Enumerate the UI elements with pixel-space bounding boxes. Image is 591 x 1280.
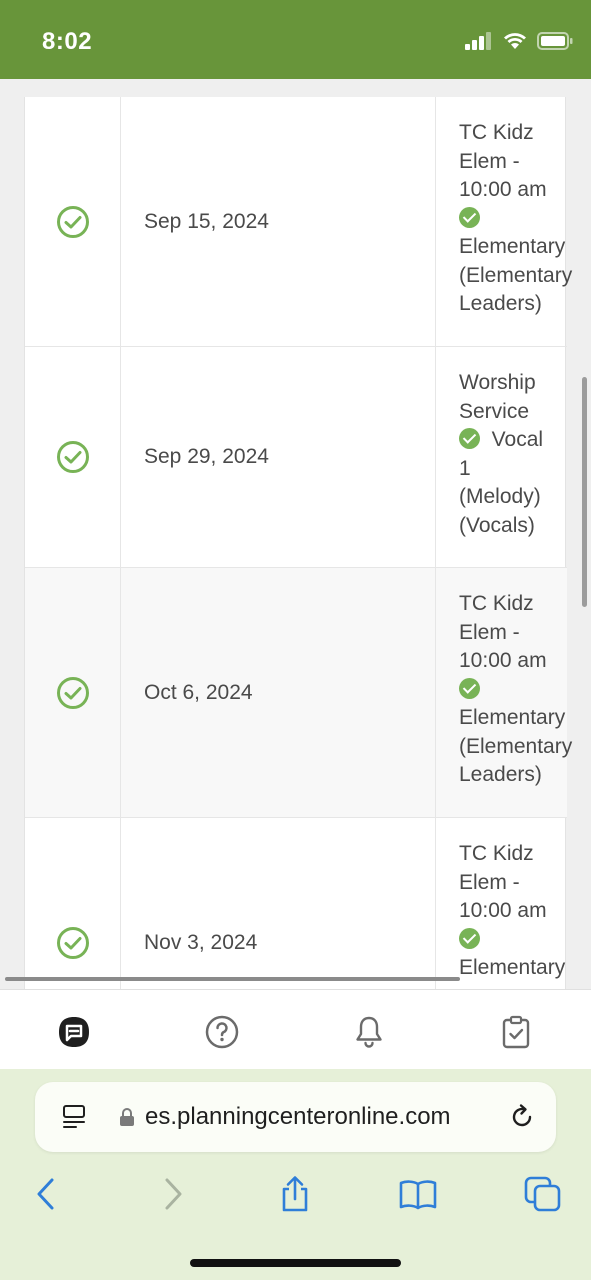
- detail-line: Worship: [459, 371, 536, 394]
- detail-line: TC Kidz: [459, 121, 534, 144]
- detail-line: (Elementary: [459, 734, 573, 758]
- confirmed-check-icon: [459, 428, 480, 449]
- tab-home[interactable]: [56, 1014, 92, 1050]
- table-row[interactable]: Oct 6, 2024 TC Kidz Elem - 10:00 am Elem…: [25, 568, 573, 818]
- detail-line: 10:00 am: [459, 899, 547, 922]
- detail-line: 10:00 am: [459, 649, 547, 672]
- detail-line: Leaders): [459, 763, 542, 786]
- tabs-icon: [524, 1176, 561, 1212]
- detail-line: Elem -: [459, 149, 520, 173]
- detail-cell: TC Kidz Elem - 10:00 am Elementary (Elem…: [436, 97, 573, 319]
- table-row[interactable]: Sep 29, 2024 Worship Service Vocal 1 (Me…: [25, 347, 567, 568]
- status-time: 8:02: [42, 28, 93, 55]
- confirmed-badge-line: [459, 926, 567, 955]
- confirmed-check-icon: [459, 206, 480, 228]
- detail-role: Elementary: [459, 956, 566, 979]
- reader-mode-icon[interactable]: [61, 1104, 87, 1130]
- url-text: es.planningcenteronline.com: [145, 1103, 451, 1130]
- forward-button[interactable]: [153, 1174, 193, 1214]
- planning-center-logo-icon: [59, 1017, 89, 1047]
- tab-tasks[interactable]: [498, 1014, 534, 1050]
- status-cell: [25, 347, 121, 567]
- detail-line: TC Kidz: [459, 842, 534, 865]
- status-cell: [25, 818, 121, 989]
- horizontal-scrollbar[interactable]: [5, 977, 460, 981]
- detail-line: (Elementary: [459, 263, 573, 287]
- schedule-table: Sep 15, 2024 TC Kidz Elem - 10:00 am Ele…: [24, 97, 573, 989]
- lock-icon: [120, 1108, 134, 1126]
- chevron-left-icon: [37, 1178, 54, 1210]
- cellular-signal-icon: [465, 32, 491, 50]
- detail-role: Elementary: [459, 235, 566, 258]
- reload-icon[interactable]: [508, 1103, 536, 1131]
- detail-role: Elementary: [459, 706, 566, 729]
- tabs-button[interactable]: [523, 1174, 563, 1214]
- date-cell: Oct 6, 2024: [121, 568, 436, 817]
- detail-line: Service: [459, 399, 530, 423]
- check-circle-icon: [56, 441, 89, 473]
- check-circle-icon: [56, 676, 89, 709]
- date-cell: Sep 15, 2024: [121, 97, 436, 346]
- date-cell: Nov 3, 2024: [121, 818, 436, 989]
- table-row[interactable]: Nov 3, 2024 TC Kidz Elem - 10:00 am Elem…: [25, 818, 567, 989]
- share-button[interactable]: [275, 1174, 315, 1214]
- detail-role: Vocal: [491, 428, 544, 451]
- detail-cell: TC Kidz Elem - 10:00 am Elementary: [436, 818, 567, 983]
- check-circle-icon: [56, 205, 89, 238]
- status-cell: [25, 568, 121, 817]
- detail-line: (Vocals): [459, 513, 535, 537]
- tab-help[interactable]: [204, 1014, 240, 1050]
- check-circle-icon: [56, 926, 89, 959]
- detail-line: Elem -: [459, 620, 520, 644]
- detail-cell: TC Kidz Elem - 10:00 am Elementary (Elem…: [436, 568, 573, 790]
- share-icon: [282, 1176, 308, 1212]
- confirmed-check-icon: [459, 927, 480, 949]
- status-cell: [25, 97, 121, 346]
- vertical-scrollbar[interactable]: [582, 377, 587, 607]
- tab-notifications[interactable]: [351, 1014, 387, 1050]
- book-icon: [399, 1180, 437, 1210]
- confirmed-badge-line: Vocal: [459, 426, 567, 455]
- detail-cell: Worship Service Vocal 1 (Melody) (Vocals…: [436, 347, 567, 540]
- status-icons: [465, 32, 573, 50]
- app-tab-bar: [0, 989, 591, 1069]
- detail-line: 1: [459, 456, 471, 480]
- bookmarks-button[interactable]: [398, 1174, 438, 1214]
- bell-icon: [356, 1016, 382, 1048]
- detail-line: 10:00 am: [459, 178, 547, 201]
- detail-line: (Melody): [459, 485, 541, 508]
- battery-icon: [537, 32, 573, 50]
- help-icon: [205, 1015, 239, 1049]
- date-cell: Sep 29, 2024: [121, 347, 436, 567]
- page-content[interactable]: Sep 15, 2024 TC Kidz Elem - 10:00 am Ele…: [0, 79, 591, 989]
- table-row[interactable]: Sep 15, 2024 TC Kidz Elem - 10:00 am Ele…: [25, 97, 573, 347]
- wifi-icon: [504, 33, 526, 49]
- clipboard-check-icon: [502, 1015, 530, 1049]
- status-bar: 8:02: [0, 0, 591, 79]
- chevron-right-icon: [165, 1178, 182, 1210]
- detail-line: Elem -: [459, 870, 520, 894]
- confirmed-check-icon: [459, 677, 480, 699]
- confirmed-badge-line: [459, 676, 567, 705]
- detail-line: Leaders): [459, 292, 542, 315]
- home-indicator[interactable]: [190, 1259, 401, 1267]
- confirmed-badge-line: [459, 205, 567, 234]
- address-bar[interactable]: es.planningcenteronline.com: [35, 1082, 556, 1152]
- back-button[interactable]: [26, 1174, 66, 1214]
- detail-line: TC Kidz: [459, 592, 534, 615]
